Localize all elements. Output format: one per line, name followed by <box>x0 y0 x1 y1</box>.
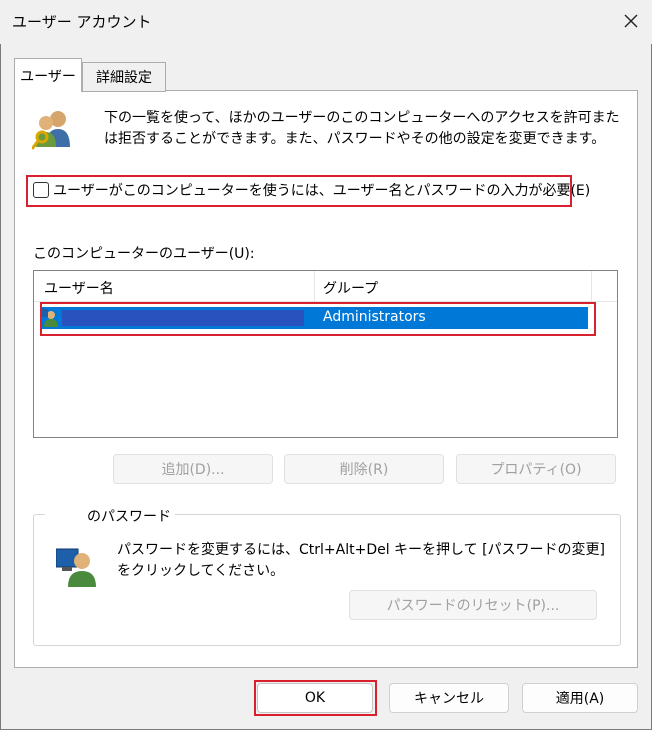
listview-header: ユーザー名 グループ <box>34 271 617 302</box>
highlight-user-row <box>40 302 596 336</box>
window-title: ユーザー アカウント <box>12 13 152 31</box>
properties-button[interactable]: プロパティ(O) <box>456 454 616 484</box>
cancel-button[interactable]: キャンセル <box>389 683 509 713</box>
reset-password-button[interactable]: パスワードのリセット(P)... <box>349 590 597 620</box>
column-divider[interactable] <box>591 271 592 301</box>
password-group-title: のパスワード <box>45 506 175 526</box>
tab-advanced-label: 詳細設定 <box>96 70 152 86</box>
close-icon <box>624 14 638 28</box>
title-bar: ユーザー アカウント <box>0 0 652 44</box>
highlight-ok <box>254 680 377 716</box>
remove-user-button[interactable]: 削除(R) <box>284 454 444 484</box>
apply-button[interactable]: 適用(A) <box>522 683 638 713</box>
tab-users-label: ユーザー <box>20 68 76 85</box>
username-redacted <box>49 509 87 523</box>
password-group-label: のパスワード <box>87 509 171 525</box>
column-divider[interactable] <box>314 271 315 301</box>
password-instructions: パスワードを変更するには、Ctrl+Alt+Del キーを押して [パスワードの… <box>117 542 606 579</box>
users-key-icon <box>30 107 76 155</box>
close-button[interactable] <box>616 6 646 36</box>
column-header-username[interactable]: ユーザー名 <box>44 278 114 298</box>
tab-advanced[interactable]: 詳細設定 <box>82 62 166 92</box>
add-user-button[interactable]: 追加(D)... <box>113 454 273 484</box>
user-computer-icon <box>55 545 98 591</box>
users-description: 下の一覧を使って、ほかのユーザーのこのコンピューターへのアクセスを許可または拒否… <box>104 110 620 147</box>
column-header-group[interactable]: グループ <box>323 278 378 298</box>
highlight-checkbox <box>26 175 572 207</box>
users-list-label: このコンピューターのユーザー(U): <box>33 246 255 262</box>
users-listview[interactable]: ユーザー名 グループ Administrators <box>33 270 618 438</box>
tab-users[interactable]: ユーザー <box>14 58 82 92</box>
